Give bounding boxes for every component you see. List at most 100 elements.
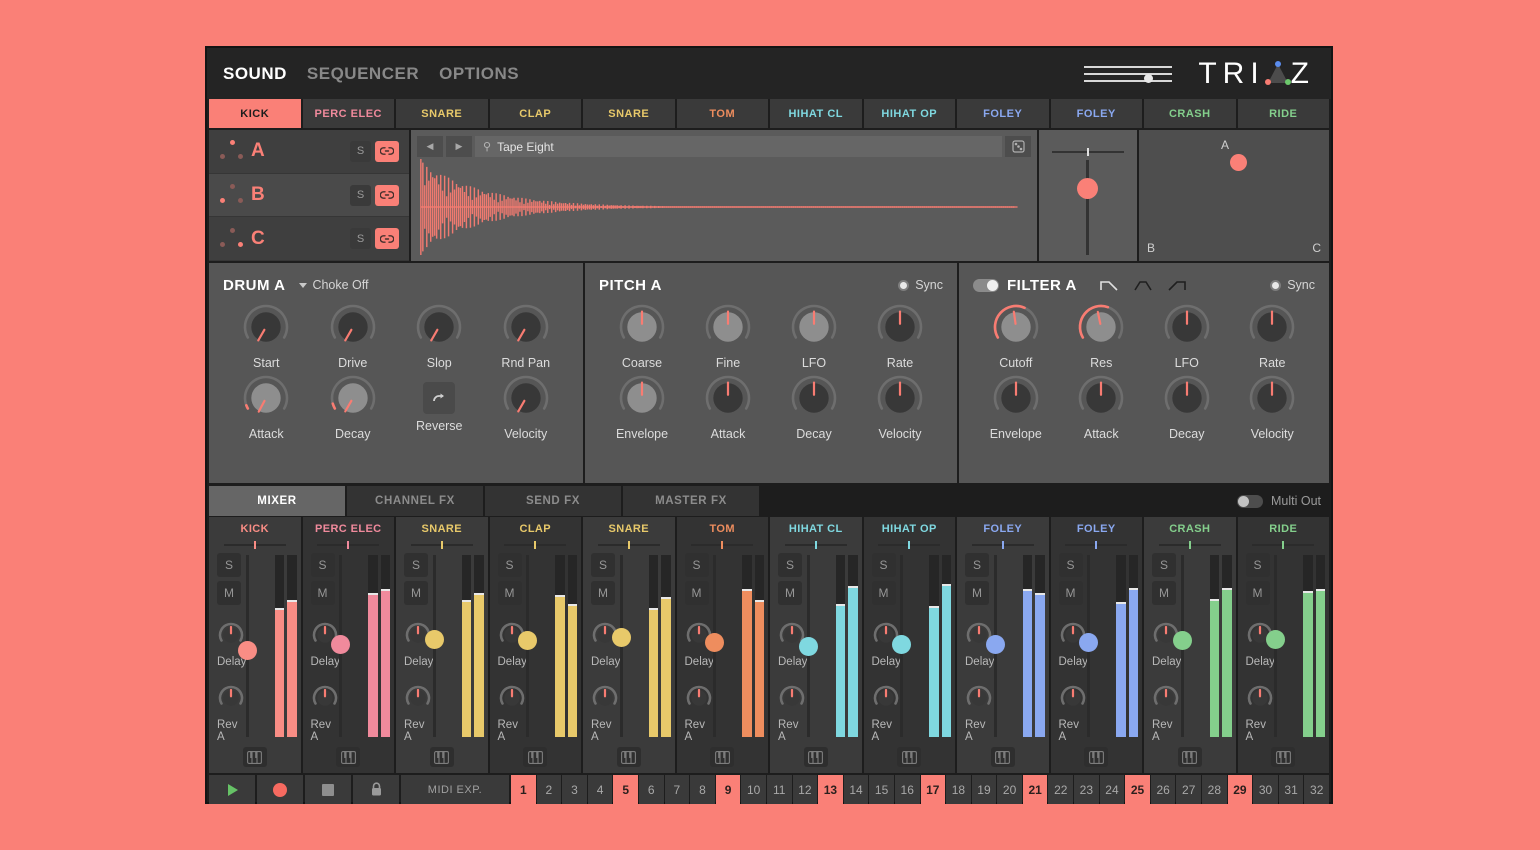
strip-pan-slider[interactable] [1065,541,1128,549]
strip-volume-fader[interactable] [518,555,538,737]
step-button-18[interactable]: 18 [946,775,971,804]
strip-solo-button[interactable]: S [497,553,522,577]
step-button-13[interactable]: 13 [818,775,843,804]
strip-solo-button[interactable]: S [1152,553,1176,577]
pad-tab-11[interactable]: RIDE [1237,99,1329,128]
strip-pan-slider[interactable] [317,541,380,549]
step-button-6[interactable]: 6 [638,775,664,804]
strip-volume-fader[interactable] [705,555,725,737]
strip-volume-fader[interactable] [1079,555,1099,737]
strip-pan-slider[interactable] [223,541,286,549]
knob-slop[interactable] [415,303,463,351]
pad-tab-3[interactable]: CLAP [489,99,581,128]
pad-tab-2[interactable]: SNARE [396,99,488,128]
strip-mute-button[interactable]: M [778,581,802,605]
highpass-icon[interactable] [1167,279,1187,292]
strip-pan-slider[interactable] [784,541,847,549]
strip-solo-button[interactable]: S [965,553,989,577]
step-button-32[interactable]: 32 [1304,775,1329,804]
step-button-29[interactable]: 29 [1227,775,1253,804]
knob-rate[interactable] [876,303,924,351]
strip-mute-button[interactable]: M [497,581,522,605]
mixer-tab-master-fx[interactable]: MASTER FX [623,486,759,516]
strip-reverb-knob[interactable] [498,684,526,712]
step-button-9[interactable]: 9 [715,775,741,804]
layer-link-icon[interactable] [375,140,399,162]
keyboard-icon[interactable] [1084,747,1109,767]
knob-fine[interactable] [704,303,752,351]
filter-sync-toggle[interactable]: Sync [1270,278,1315,292]
choke-dropdown[interactable]: Choke Off [299,278,369,292]
step-button-10[interactable]: 10 [741,775,766,804]
layer-pan-slider[interactable] [1052,148,1124,156]
lock-button[interactable] [353,775,399,804]
stop-button[interactable] [305,775,351,804]
keyboard-icon[interactable] [897,747,922,767]
knob-envelope[interactable] [618,374,666,422]
strip-volume-fader[interactable] [1266,555,1286,737]
step-button-12[interactable]: 12 [792,775,818,804]
strip-volume-fader[interactable] [798,555,818,737]
strip-reverb-knob[interactable] [778,684,806,712]
pad-tab-5[interactable]: TOM [676,99,768,128]
knob-envelope[interactable] [992,374,1040,422]
strip-mute-button[interactable]: M [1245,581,1270,605]
knob-lfo[interactable] [1163,303,1211,351]
knob-velocity[interactable] [1248,374,1296,422]
step-button-30[interactable]: 30 [1253,775,1278,804]
strip-volume-fader[interactable] [611,555,631,737]
abc-morph-pad[interactable]: A B C [1139,130,1329,261]
step-button-25[interactable]: 25 [1125,775,1150,804]
menu-item-sound[interactable]: SOUND [223,64,287,84]
strip-volume-fader[interactable] [237,555,257,737]
strip-solo-button[interactable]: S [591,553,615,577]
knob-rate[interactable] [1248,303,1296,351]
pad-tab-4[interactable]: SNARE [583,99,675,128]
strip-solo-button[interactable]: S [778,553,802,577]
knob-velocity[interactable] [502,374,550,422]
layer-row-b[interactable]: BS [209,173,409,218]
step-button-15[interactable]: 15 [869,775,894,804]
strip-solo-button[interactable]: S [217,553,241,577]
layer-link-icon[interactable] [375,228,399,250]
layer-link-icon[interactable] [375,184,399,206]
knob-lfo[interactable] [790,303,838,351]
step-button-5[interactable]: 5 [613,775,638,804]
step-button-31[interactable]: 31 [1278,775,1304,804]
knob-start[interactable] [242,303,290,351]
strip-solo-button[interactable]: S [310,553,335,577]
pad-tab-7[interactable]: HIHAT OP [863,99,955,128]
knob-velocity[interactable] [876,374,924,422]
strip-solo-button[interactable]: S [1058,553,1083,577]
strip-reverb-knob[interactable] [685,684,713,712]
keyboard-icon[interactable] [990,747,1015,767]
step-button-22[interactable]: 22 [1048,775,1074,804]
strip-volume-fader[interactable] [424,555,444,737]
strip-volume-fader[interactable] [331,555,351,737]
step-button-2[interactable]: 2 [536,775,562,804]
strip-reverb-knob[interactable] [1152,684,1180,712]
strip-reverb-knob[interactable] [404,684,432,712]
step-button-19[interactable]: 19 [971,775,997,804]
step-button-21[interactable]: 21 [1022,775,1048,804]
bandpass-icon[interactable] [1133,279,1153,292]
record-button[interactable] [257,775,303,804]
master-fader-lines-icon[interactable] [1084,61,1173,87]
pad-tab-0[interactable]: KICK [209,99,301,128]
step-button-14[interactable]: 14 [843,775,869,804]
step-button-26[interactable]: 26 [1150,775,1176,804]
strip-reverb-knob[interactable] [872,684,900,712]
layer-solo-button[interactable]: S [350,228,371,250]
prev-preset-button[interactable]: ◀ [417,136,443,157]
mixer-tab-channel-fx[interactable]: CHANNEL FX [347,486,483,516]
midi-export-button[interactable]: MIDI EXP. [401,775,509,804]
strip-solo-button[interactable]: S [684,553,709,577]
layer-row-a[interactable]: AS [209,130,409,174]
preset-search-input[interactable]: ⚲ Tape Eight [475,136,1002,157]
strip-mute-button[interactable]: M [684,581,709,605]
knob-res[interactable] [1077,303,1125,351]
strip-reverb-knob[interactable] [1059,684,1087,712]
step-button-11[interactable]: 11 [766,775,792,804]
strip-reverb-knob[interactable] [591,684,619,712]
step-button-4[interactable]: 4 [587,775,613,804]
